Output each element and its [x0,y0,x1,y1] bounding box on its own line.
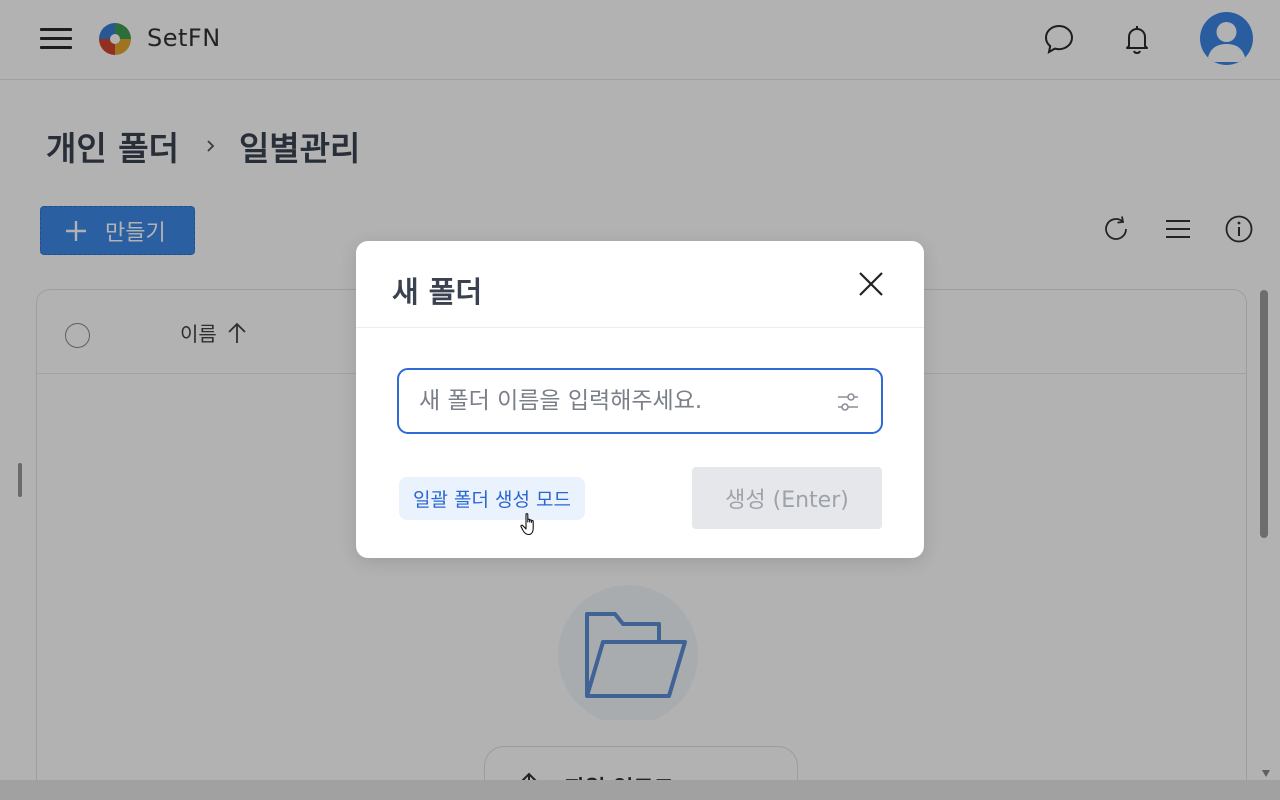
folder-name-field [397,368,883,434]
bulk-folder-mode-button[interactable]: 일괄 폴더 생성 모드 [399,477,585,520]
create-submit-button[interactable]: 생성 (Enter) [692,467,882,529]
dialog-title: 새 폴더 [392,275,483,309]
close-icon[interactable] [856,269,886,299]
hand-cursor-icon [520,513,534,536]
new-folder-dialog: 새 폴더 일괄 폴더 생성 모드 생성 (Enter) [356,241,924,558]
folder-name-input[interactable] [419,370,819,432]
dialog-header: 새 폴더 [356,241,924,328]
sliders-icon[interactable] [835,389,861,415]
